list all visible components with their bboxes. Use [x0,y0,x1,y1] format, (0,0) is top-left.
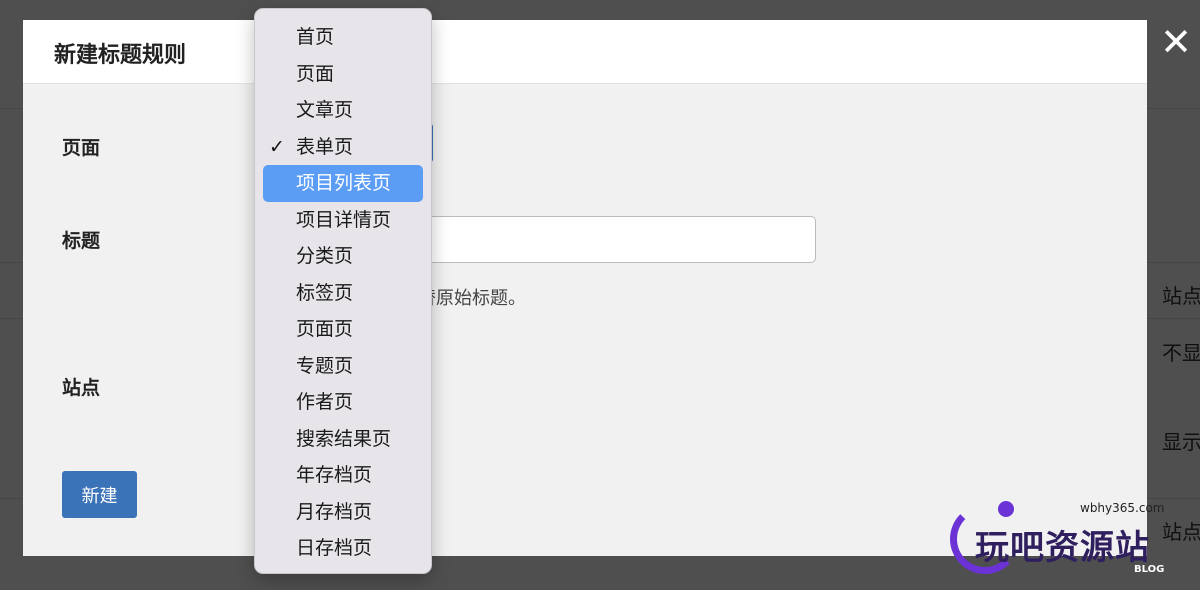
watermark-logo: wbhy365.com 玩吧资源站 BLOG [948,498,1200,590]
dropdown-option-label: 日存档页 [296,537,373,559]
title-label: 标题 [62,230,101,252]
modal-title: 新建标题规则 [54,43,187,68]
dropdown-option-label: 搜索结果页 [296,427,392,450]
new-title-rule-modal: 新建标题规则 页面 标题 替原始标题。 站点 新建 [23,20,1147,556]
page-select-dropdown: 首页页面文章页 ✓ 表单页项目列表页项目详情页分类页标签页页面页专题页作者页搜索结果… [254,8,432,574]
dropdown-option-label: 分类页 [296,245,354,267]
watermark-url: wbhy365.com [1080,501,1165,515]
dropdown-option[interactable]: 标签页 [263,275,423,312]
dropdown-option-label: 年存档页 [296,464,373,486]
modal-header: 新建标题规则 [23,20,1147,84]
dropdown-option-label: 专题页 [296,354,354,377]
dropdown-option-label: 页面 [296,62,335,85]
logo-dot-icon [998,501,1014,517]
dropdown-option[interactable]: 作者页 [263,384,423,421]
dropdown-option-label: 页面页 [296,318,354,340]
dropdown-option[interactable]: 页面 [263,56,423,93]
watermark-blog: BLOG [1134,564,1165,575]
checkmark-icon: ✓ [269,135,285,158]
dropdown-option-label: 作者页 [296,391,354,413]
dropdown-option[interactable]: 页面页 [263,311,423,348]
dropdown-option[interactable]: 月存档页 [263,494,423,531]
dropdown-option-label: 项目详情页 [296,208,392,231]
dropdown-option[interactable]: 年存档页 [263,457,423,494]
dropdown-option-label: 表单页 [296,135,354,158]
create-button[interactable]: 新建 [62,471,137,518]
watermark-name: 玩吧资源站 [975,528,1150,568]
dropdown-option[interactable]: 项目列表页 [263,165,423,202]
dropdown-option[interactable]: 首页 [263,19,423,56]
dropdown-option-label: 首页 [296,26,335,48]
dropdown-option-label: 项目列表页 [296,172,392,194]
site-label: 站点 [62,377,101,399]
dropdown-option-label: 文章页 [296,99,354,121]
close-icon[interactable]: ✕ [1156,22,1196,62]
title-hint: 替原始标题。 [418,288,526,309]
dropdown-option[interactable]: 专题页 [263,348,423,385]
dropdown-option-label: 标签页 [296,281,354,304]
dropdown-option[interactable]: 搜索结果页 [263,421,423,458]
dropdown-option[interactable]: 项目详情页 [263,202,423,239]
dropdown-option-label: 月存档页 [296,500,373,523]
dropdown-option[interactable]: 文章页 [263,92,423,129]
dropdown-option[interactable]: 分类页 [263,238,423,275]
page-label: 页面 [62,137,101,159]
dropdown-option[interactable]: 日存档页 [263,530,423,567]
dropdown-option[interactable]: ✓ 表单页 [263,129,423,166]
